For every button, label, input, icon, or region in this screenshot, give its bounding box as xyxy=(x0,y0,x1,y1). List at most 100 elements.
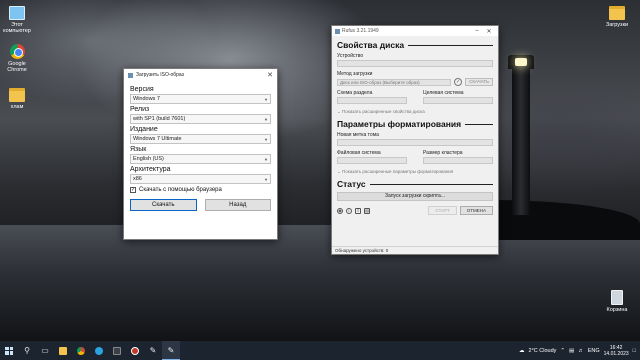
start-button[interactable]: СТАРТ xyxy=(428,206,457,215)
edition-select[interactable]: Windows 7 Ultimate ▼ xyxy=(130,134,271,144)
chrome-taskbar-icon[interactable] xyxy=(72,341,90,360)
wallpaper-lighthouse-light xyxy=(515,58,527,66)
volume-label-label: Новая метка тома xyxy=(337,132,379,138)
rufus-app-icon xyxy=(335,28,340,34)
weather-icon[interactable]: ☁ xyxy=(519,348,525,354)
browser-download-checkbox[interactable]: ✓ Скачать с помощью браузера xyxy=(130,187,271,193)
device-select[interactable] xyxy=(337,60,493,67)
network-icon[interactable]: ▤ xyxy=(569,348,574,354)
advanced-drive-toggle[interactable]: ⌄ Показать расширенные свойства диска xyxy=(337,109,493,115)
download-dropdown-button[interactable]: СКАЧАТЬ xyxy=(465,78,493,86)
start-button[interactable] xyxy=(0,341,18,360)
status-title: Статус xyxy=(337,179,366,189)
close-icon[interactable]: ✕ xyxy=(267,71,273,79)
architecture-value: x86 xyxy=(133,176,142,182)
info-icon[interactable]: i xyxy=(346,207,352,214)
partition-target-row: Схема раздела Целевая система xyxy=(337,90,493,108)
volume-label-input[interactable] xyxy=(337,139,493,146)
target-system-select[interactable] xyxy=(423,97,493,104)
advanced-format-label: Показать расширенные параметры форматиро… xyxy=(342,169,454,174)
cluster-size-label: Размер кластера xyxy=(423,150,463,156)
wallpaper-sea xyxy=(0,225,640,341)
status-heading: Статус xyxy=(337,179,493,189)
version-select[interactable]: Windows 7 ▼ xyxy=(130,94,271,104)
version-value: Windows 7 xyxy=(133,96,160,102)
pen-tool-icon[interactable]: ✎ xyxy=(144,341,162,360)
boot-selection-select[interactable]: Диск или ISO-образ (Выберите образ) xyxy=(337,78,452,86)
desktop-icon-label: хлам xyxy=(10,104,24,110)
notifications-icon[interactable]: □ xyxy=(633,348,636,354)
format-options-title: Параметры форматирования xyxy=(337,119,462,129)
version-label: Версия xyxy=(130,86,154,93)
record-icon[interactable] xyxy=(126,341,144,360)
task-view-icon[interactable]: ▭ xyxy=(36,341,54,360)
format-options-heading: Параметры форматирования xyxy=(337,119,493,129)
advanced-format-toggle[interactable]: ⌄ Показать расширенные параметры формати… xyxy=(337,169,493,175)
recycle-bin-icon xyxy=(611,290,623,305)
settings-icon[interactable]: ≡ xyxy=(355,207,361,214)
rufus-toolbar: ◉ i ≡ ▤ СТАРТ ОТМЕНА xyxy=(337,206,493,215)
desktop-icon-this-pc[interactable]: Этот компьютер xyxy=(0,6,34,34)
iso-download-dialog: Загрузить ISO-образ ✕ Версия Windows 7 ▼… xyxy=(123,68,278,240)
telegram-icon[interactable] xyxy=(90,341,108,360)
rufus-titlebar[interactable]: Rufus 3.21.1949 – ✕ xyxy=(332,26,498,36)
section-divider xyxy=(408,44,493,46)
architecture-label: Архитектура xyxy=(130,166,171,173)
cluster-size-select[interactable] xyxy=(423,157,493,164)
back-button[interactable]: Назад xyxy=(204,199,271,211)
fs-cluster-row: Файловая система Размер кластера xyxy=(337,150,493,168)
rufus-window: Rufus 3.21.1949 – ✕ Свойства диска Устро… xyxy=(331,25,499,255)
language-label: Язык xyxy=(130,146,147,153)
language-select[interactable]: English (US) ▼ xyxy=(130,154,271,164)
edition-value: Windows 7 Ultimate xyxy=(133,136,182,142)
file-system-label: Файловая система xyxy=(337,150,381,156)
release-select[interactable]: with SP1 (build 7601) ▼ xyxy=(130,114,271,124)
downloads-folder-icon xyxy=(609,6,625,20)
advanced-drive-label: Показать расширенные свойства диска xyxy=(342,109,425,114)
section-divider xyxy=(465,123,493,125)
file-system-select[interactable] xyxy=(337,157,407,164)
close-icon[interactable]: ✕ xyxy=(483,28,495,35)
search-icon[interactable]: ⚲ xyxy=(18,341,36,360)
globe-icon[interactable]: ◉ xyxy=(337,207,343,214)
edition-label: Издание xyxy=(130,126,158,133)
weather-text[interactable]: 2°C Cloudy xyxy=(529,348,557,354)
minimize-icon[interactable]: – xyxy=(471,28,483,34)
app-icon[interactable] xyxy=(108,341,126,360)
rufus-body: Свойства диска Устройство Метод загрузки… xyxy=(332,36,498,255)
desktop-icon-label: Google Chrome xyxy=(7,61,27,73)
release-label: Релиз xyxy=(130,106,150,113)
desktop-icon-label: Этот компьютер xyxy=(3,22,31,34)
file-explorer-icon[interactable] xyxy=(54,341,72,360)
desktop-icon-recycle-bin[interactable]: Корзина xyxy=(600,290,634,313)
partition-scheme-label: Схема раздела xyxy=(337,90,373,96)
chevron-down-icon: ▼ xyxy=(264,156,268,162)
release-value: with SP1 (build 7601) xyxy=(133,116,186,122)
rufus-title: Rufus 3.21.1949 xyxy=(342,28,379,34)
language-indicator[interactable]: ENG xyxy=(588,348,600,354)
status-bar: Запуск загрузки скрипта... xyxy=(337,192,493,201)
download-button[interactable]: Скачать xyxy=(130,199,197,211)
computer-icon xyxy=(9,6,25,20)
architecture-select[interactable]: x86 ▼ xyxy=(130,174,271,184)
desktop-icon-downloads[interactable]: Загрузки xyxy=(600,6,634,28)
iso-dialog-buttons: Скачать Назад xyxy=(130,199,271,211)
log-icon[interactable]: ▤ xyxy=(364,207,370,214)
desktop-icon-chrome[interactable]: Google Chrome xyxy=(0,44,34,73)
chevron-up-icon[interactable]: ⌃ xyxy=(560,348,565,354)
checkbox-checked-icon[interactable]: ✓ xyxy=(130,187,136,193)
clock[interactable]: 16:42 14.01.2023 xyxy=(604,345,629,357)
target-system-label: Целевая система xyxy=(423,90,464,96)
system-tray: ☁ 2°C Cloudy ⌃ ▤ ♬ ENG 16:42 14.01.2023 … xyxy=(519,345,640,357)
iso-dialog-titlebar[interactable]: Загрузить ISO-образ ✕ xyxy=(124,69,277,81)
desktop-icon-label: Корзина xyxy=(606,307,628,313)
cancel-button[interactable]: ОТМЕНА xyxy=(459,206,493,215)
check-circle-icon[interactable]: ✓ xyxy=(454,78,463,86)
desktop-icon-folder[interactable]: хлам xyxy=(0,88,34,110)
chevron-down-icon: ▼ xyxy=(264,136,268,142)
rufus-taskbar-icon[interactable]: ✎ xyxy=(162,341,180,360)
desktop-icon-label: Загрузки xyxy=(605,22,629,28)
partition-scheme-select[interactable] xyxy=(337,97,407,104)
browser-download-label: Скачать с помощью браузера xyxy=(139,187,222,193)
volume-icon[interactable]: ♬ xyxy=(578,348,584,354)
